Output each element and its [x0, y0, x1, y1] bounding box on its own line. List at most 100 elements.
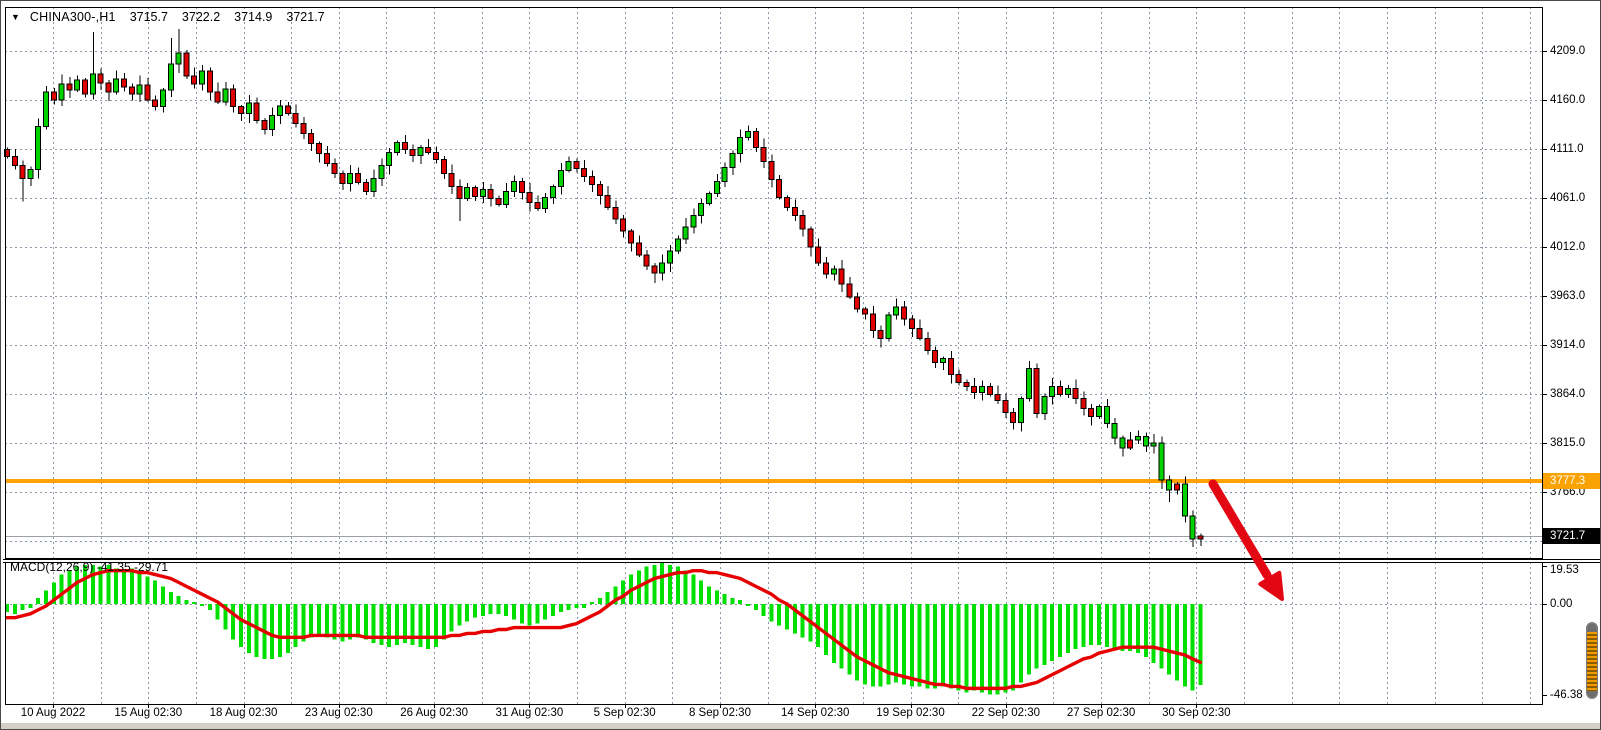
candle-bear [800, 215, 805, 229]
candle-bull [1104, 406, 1109, 423]
macd-histogram-bar [574, 604, 578, 608]
macd-histogram-bar [1019, 604, 1023, 682]
macd-axis-label: -46.38 [1550, 689, 1583, 701]
candle-bull [270, 116, 275, 130]
macd-histogram-bar [325, 604, 329, 637]
candle-bear [613, 207, 618, 219]
macd-histogram-bar [161, 586, 165, 604]
macd-histogram-bar [294, 604, 298, 647]
macd-histogram-bar [769, 604, 773, 622]
macd-histogram-bar [699, 580, 703, 604]
candle-bear [847, 284, 852, 297]
candle-bear [636, 243, 641, 255]
candle-bear [441, 160, 446, 174]
macd-histogram-bar [598, 598, 602, 604]
bid-price-tag: 3721.7 [1543, 528, 1601, 544]
candle-bull [465, 187, 470, 198]
macd-histogram-bar [1183, 604, 1187, 686]
macd-histogram-bar [801, 604, 805, 637]
macd-histogram-bar [1011, 604, 1015, 690]
macd-histogram-bar [1003, 604, 1007, 692]
candle-bull [59, 84, 64, 100]
candle-bull [894, 307, 899, 315]
candle-bear [332, 163, 337, 173]
candle-bull [176, 53, 181, 64]
candle-bear [51, 92, 56, 100]
macd-histogram-bar [153, 580, 157, 604]
chart-canvas[interactable] [1, 1, 1601, 730]
candle-bear [839, 269, 844, 284]
macd-histogram-bar [691, 575, 695, 604]
price-axis-label: 4209.0 [1550, 45, 1585, 57]
candle-bear [363, 182, 368, 191]
macd-histogram-bar [972, 604, 976, 690]
candle-bull [114, 79, 119, 92]
time-axis-label: 22 Sep 02:30 [972, 707, 1040, 719]
candle-bull [691, 215, 696, 227]
candle-bear [605, 195, 610, 207]
macd-histogram-bar [910, 604, 914, 686]
candle-bull [1120, 438, 1125, 448]
candle-bear [254, 103, 259, 121]
macd-histogram-bar [465, 604, 469, 622]
macd-histogram-bar [28, 604, 32, 608]
candle-bear [488, 189, 493, 198]
candle-bear [473, 187, 478, 196]
macd-histogram-bar [567, 604, 571, 610]
macd-histogram-bar [1027, 604, 1031, 675]
candle-bull [980, 386, 985, 392]
macd-histogram-bar [949, 604, 953, 688]
candle-bull [348, 173, 353, 183]
macd-histogram-bar [216, 604, 220, 620]
candle-bull [90, 74, 95, 94]
horizontal-line-price-tag[interactable]: 3777.3 [1543, 473, 1601, 489]
candle-bull [1112, 423, 1117, 438]
macd-histogram-bar [21, 604, 25, 610]
candle-bear [574, 161, 579, 168]
macd-histogram-bar [847, 604, 851, 675]
candle-bear [956, 375, 961, 383]
scrollbar-cap-bottom [1587, 691, 1597, 699]
candle-bear [426, 148, 431, 153]
macd-histogram-bar [645, 567, 649, 604]
candle-bear [925, 339, 930, 351]
macd-histogram-bar [824, 604, 828, 655]
macd-histogram-bar [1128, 604, 1132, 651]
macd-histogram-bar [863, 604, 867, 684]
macd-histogram-bar [496, 604, 500, 614]
candle-bear [917, 329, 922, 339]
candle-bull [566, 161, 571, 170]
candle-bear [1081, 398, 1086, 408]
macd-histogram-bar [754, 604, 758, 610]
macd-histogram-bar [918, 604, 922, 686]
macd-histogram-bar [177, 596, 181, 604]
candle-bull [1182, 484, 1187, 516]
macd-histogram-bar [668, 565, 672, 604]
macd-histogram-bar [13, 604, 17, 614]
macd-histogram-bar [364, 604, 368, 639]
macd-histogram-bar [208, 604, 212, 610]
vertical-scrollbar-thumb[interactable] [1586, 622, 1598, 699]
macd-histogram-bar [286, 604, 290, 653]
candle-bear [324, 154, 329, 164]
candle-bear [309, 134, 314, 144]
candle-bull [668, 251, 673, 263]
candle-bull [707, 193, 712, 203]
candle-bull [675, 239, 680, 251]
symbol-dropdown-icon[interactable]: ▼ [11, 12, 20, 22]
macd-histogram-bar [582, 604, 586, 608]
candle-bull [831, 269, 836, 274]
candle-bull [168, 64, 173, 90]
candle-bear [644, 255, 649, 266]
ohlc-close: 3721.7 [286, 10, 324, 24]
candle-bear [870, 314, 875, 331]
candle-bull [660, 263, 665, 273]
annotation-arrow-shaft[interactable] [1213, 484, 1267, 575]
candle-bear [496, 198, 501, 204]
macd-histogram-bar [1074, 604, 1078, 649]
candle-bull [28, 169, 33, 178]
candle-bull [1042, 396, 1047, 413]
candle-bull [1097, 406, 1102, 416]
macd-histogram-bar [270, 604, 274, 659]
macd-histogram-bar [746, 604, 750, 606]
